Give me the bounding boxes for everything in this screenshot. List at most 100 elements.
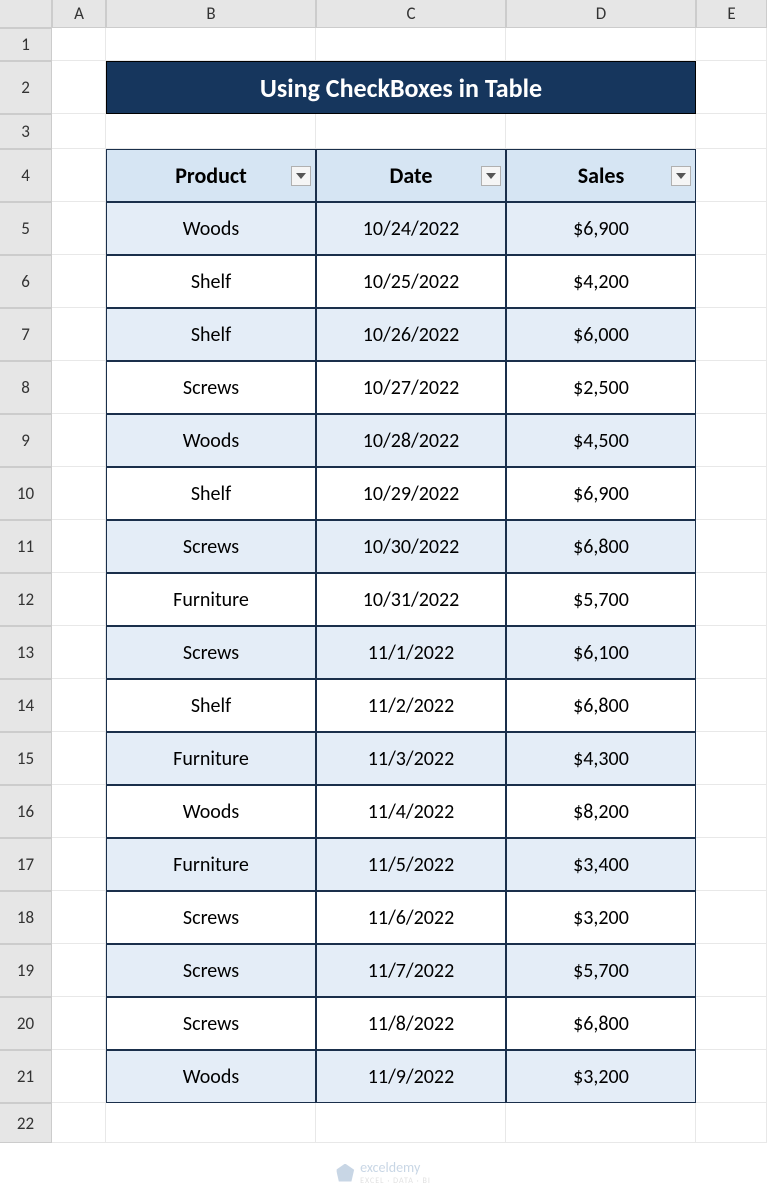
cell[interactable]: [106, 1103, 316, 1143]
cell[interactable]: [696, 785, 767, 838]
column-header-C[interactable]: C: [316, 0, 506, 28]
cell[interactable]: [52, 1103, 106, 1143]
cell[interactable]: [696, 202, 767, 255]
table-cell-product[interactable]: Screws: [106, 520, 316, 573]
table-cell-product[interactable]: Screws: [106, 997, 316, 1050]
table-cell-date[interactable]: 11/4/2022: [316, 785, 506, 838]
cell[interactable]: [106, 114, 316, 149]
table-cell-product[interactable]: Furniture: [106, 732, 316, 785]
cell[interactable]: [696, 573, 767, 626]
cell[interactable]: [696, 149, 767, 202]
cell[interactable]: [52, 679, 106, 732]
table-cell-sales[interactable]: $6,900: [506, 202, 696, 255]
table-cell-sales[interactable]: $4,500: [506, 414, 696, 467]
table-cell-date[interactable]: 11/3/2022: [316, 732, 506, 785]
table-cell-date[interactable]: 10/31/2022: [316, 573, 506, 626]
table-cell-product[interactable]: Shelf: [106, 467, 316, 520]
cell[interactable]: [52, 626, 106, 679]
row-header-20[interactable]: 20: [0, 997, 52, 1050]
table-cell-date[interactable]: 11/2/2022: [316, 679, 506, 732]
row-header-4[interactable]: 4: [0, 149, 52, 202]
cell[interactable]: [696, 361, 767, 414]
row-header-18[interactable]: 18: [0, 891, 52, 944]
filter-dropdown-icon[interactable]: [671, 166, 691, 186]
row-header-13[interactable]: 13: [0, 626, 52, 679]
cell[interactable]: [52, 785, 106, 838]
cell[interactable]: [52, 114, 106, 149]
cell[interactable]: [52, 891, 106, 944]
table-cell-sales[interactable]: $2,500: [506, 361, 696, 414]
table-header-date[interactable]: Date: [316, 149, 506, 202]
cell[interactable]: [506, 28, 696, 61]
row-header-9[interactable]: 9: [0, 414, 52, 467]
row-header-14[interactable]: 14: [0, 679, 52, 732]
cell[interactable]: [696, 414, 767, 467]
table-cell-sales[interactable]: $8,200: [506, 785, 696, 838]
table-cell-date[interactable]: 11/1/2022: [316, 626, 506, 679]
cell[interactable]: [52, 467, 106, 520]
cell[interactable]: [506, 1103, 696, 1143]
cell[interactable]: [52, 944, 106, 997]
table-cell-date[interactable]: 10/25/2022: [316, 255, 506, 308]
cell[interactable]: [52, 573, 106, 626]
cell[interactable]: [316, 114, 506, 149]
table-cell-product[interactable]: Woods: [106, 1050, 316, 1103]
row-header-1[interactable]: 1: [0, 28, 52, 61]
table-cell-sales[interactable]: $6,100: [506, 626, 696, 679]
column-header-D[interactable]: D: [506, 0, 696, 28]
table-cell-sales[interactable]: $6,000: [506, 308, 696, 361]
table-cell-date[interactable]: 11/7/2022: [316, 944, 506, 997]
cell[interactable]: [696, 61, 767, 114]
table-cell-sales[interactable]: $3,200: [506, 891, 696, 944]
row-header-11[interactable]: 11: [0, 520, 52, 573]
table-cell-sales[interactable]: $4,300: [506, 732, 696, 785]
table-cell-date[interactable]: 10/28/2022: [316, 414, 506, 467]
table-cell-sales[interactable]: $5,700: [506, 573, 696, 626]
cell[interactable]: [696, 944, 767, 997]
table-cell-date[interactable]: 10/29/2022: [316, 467, 506, 520]
row-header-19[interactable]: 19: [0, 944, 52, 997]
table-cell-date[interactable]: 10/27/2022: [316, 361, 506, 414]
row-header-17[interactable]: 17: [0, 838, 52, 891]
filter-dropdown-icon[interactable]: [291, 166, 311, 186]
cell[interactable]: [696, 891, 767, 944]
table-cell-product[interactable]: Woods: [106, 785, 316, 838]
cell[interactable]: [52, 255, 106, 308]
cell[interactable]: [696, 520, 767, 573]
table-cell-date[interactable]: 11/5/2022: [316, 838, 506, 891]
table-cell-product[interactable]: Screws: [106, 944, 316, 997]
table-cell-sales[interactable]: $4,200: [506, 255, 696, 308]
table-cell-sales[interactable]: $6,800: [506, 520, 696, 573]
table-cell-product[interactable]: Woods: [106, 414, 316, 467]
column-header-E[interactable]: E: [696, 0, 767, 28]
cell[interactable]: [696, 308, 767, 361]
row-header-8[interactable]: 8: [0, 361, 52, 414]
column-header-A[interactable]: A: [52, 0, 106, 28]
table-cell-product[interactable]: Woods: [106, 202, 316, 255]
row-header-7[interactable]: 7: [0, 308, 52, 361]
cell[interactable]: [52, 1050, 106, 1103]
row-header-3[interactable]: 3: [0, 114, 52, 149]
table-cell-product[interactable]: Shelf: [106, 255, 316, 308]
cell[interactable]: [696, 255, 767, 308]
cell[interactable]: [52, 997, 106, 1050]
table-cell-date[interactable]: 10/30/2022: [316, 520, 506, 573]
cell[interactable]: [52, 61, 106, 114]
row-header-5[interactable]: 5: [0, 202, 52, 255]
filter-dropdown-icon[interactable]: [481, 166, 501, 186]
cell[interactable]: [506, 114, 696, 149]
table-cell-sales[interactable]: $5,700: [506, 944, 696, 997]
table-cell-date[interactable]: 10/24/2022: [316, 202, 506, 255]
row-header-21[interactable]: 21: [0, 1050, 52, 1103]
table-cell-product[interactable]: Screws: [106, 361, 316, 414]
cell[interactable]: [52, 361, 106, 414]
table-cell-sales[interactable]: $6,900: [506, 467, 696, 520]
table-cell-product[interactable]: Screws: [106, 891, 316, 944]
cell[interactable]: [52, 202, 106, 255]
cell[interactable]: [696, 679, 767, 732]
row-header-22[interactable]: 22: [0, 1103, 52, 1143]
table-cell-product[interactable]: Shelf: [106, 308, 316, 361]
table-cell-product[interactable]: Furniture: [106, 573, 316, 626]
row-header-15[interactable]: 15: [0, 732, 52, 785]
cell[interactable]: [52, 732, 106, 785]
